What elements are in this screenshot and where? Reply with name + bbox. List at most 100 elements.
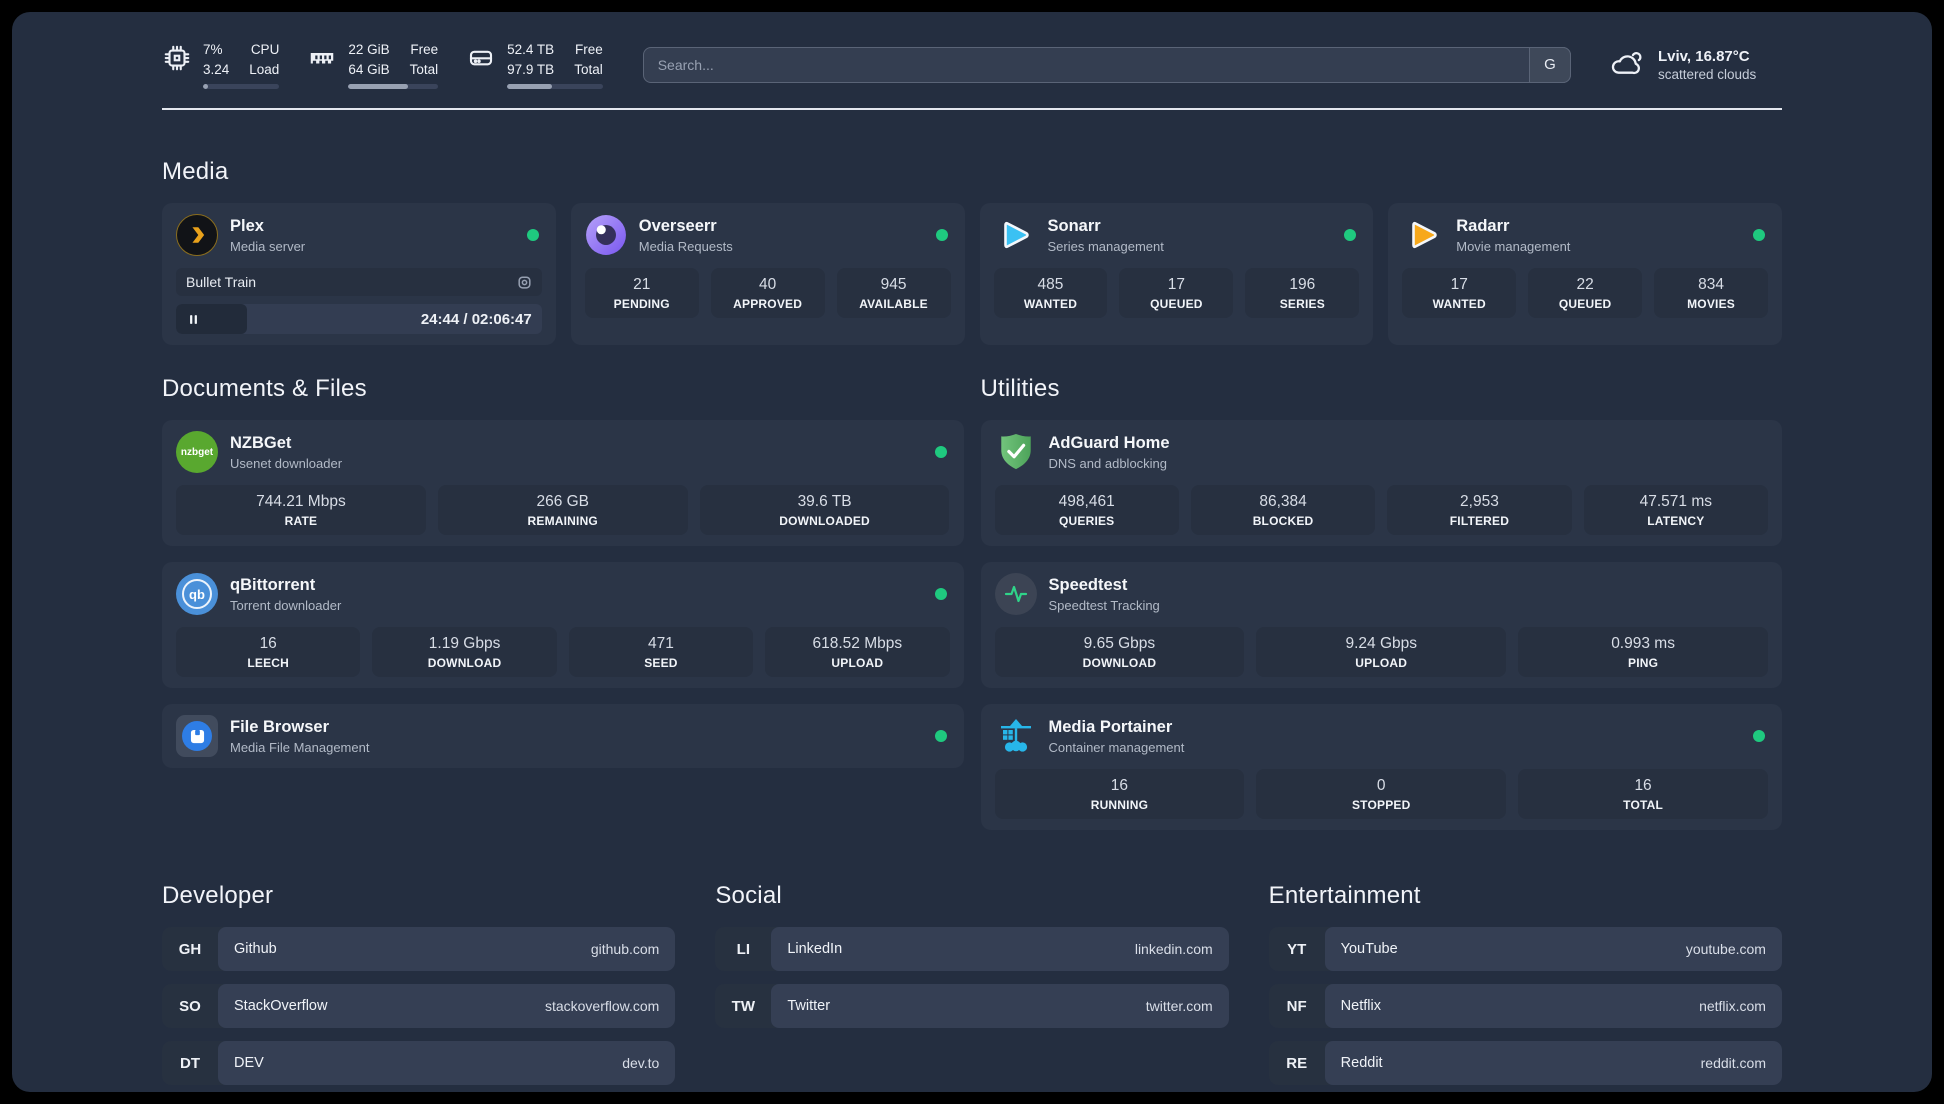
memory-free-value: 22 GiB [348,42,390,57]
playback-progress-bar[interactable]: 24:44 / 02:06:47 [176,304,542,335]
filebrowser-card[interactable]: File Browser Media File Management [162,704,964,769]
link-row-linkedin[interactable]: LI LinkedIn linkedin.com [715,927,1229,972]
nzbget-logo-text: nzbget [180,446,214,458]
app-desc: Media File Management [230,739,370,755]
memory-progress-bar [348,84,439,90]
top-bar: 7% 3.24 CPU Load 22 GiB 64 GiB Free Tota… [162,40,1782,90]
stat-label: DOWNLOAD [427,656,502,671]
memory-free-label: Free [410,42,439,57]
link-row-reddit[interactable]: RE Reddit reddit.com [1268,1041,1782,1086]
stat-value: 945 [880,276,907,294]
app-name: Radarr [1456,216,1510,235]
stat-value: 834 [1698,276,1724,294]
sonarr-card[interactable]: Sonarr Series management 485 WANTED 17 Q… [979,203,1374,346]
cpu-progress-bar [203,84,280,90]
stat-label: QUERIES [1058,514,1115,529]
link-name: YouTube [1340,941,1398,958]
nzbget-card[interactable]: nzbget NZBGet Usenet downloader 744.21 M… [162,420,964,547]
cpu-metric: 7% 3.24 CPU Load [162,40,280,90]
stat-tile: 744.21 Mbps RATE [176,485,426,536]
stat-value: 22 [1576,276,1594,294]
developer-section-title: Developer [162,882,274,910]
stat-label: SEED [644,656,678,671]
app-desc: Torrent downloader [230,597,342,613]
stat-value: 16 [1634,777,1652,795]
weather-location: Lviv, 16.87°C [1658,47,1750,65]
link-url: linkedin.com [1134,941,1213,958]
stat-value: 2,953 [1460,493,1499,511]
link-row-twitter[interactable]: TW Twitter twitter.com [715,984,1229,1029]
search-input[interactable] [642,46,1571,83]
system-metrics: 7% 3.24 CPU Load 22 GiB 64 GiB Free Tota… [162,40,603,90]
storage-free-value: 52.4 TB [507,42,555,57]
app-name: qBittorrent [230,575,316,594]
speedtest-card[interactable]: Speedtest Speedtest Tracking 9.65 Gbps D… [980,562,1782,689]
entertainment-section-title: Entertainment [1268,882,1421,910]
stat-tile: 1.19 Gbps DOWNLOAD [372,627,557,678]
status-online-dot [934,588,947,601]
link-name: Reddit [1340,1055,1383,1072]
stat-value: 47.571 ms [1639,493,1712,511]
link-abbr: GH [178,940,202,958]
link-abbr: RE [1286,1054,1308,1072]
search-engine-button[interactable]: G [1529,46,1571,83]
stat-label: UPLOAD [831,656,884,671]
qbittorrent-card[interactable]: qb qBittorrent Torrent downloader 16 LEE… [162,562,964,689]
stat-tile: 9.24 Gbps UPLOAD [1256,627,1507,678]
adguard-logo-icon [995,431,1037,473]
stat-tile: 47.571 ms LATENCY [1583,485,1768,536]
link-abbr: DT [180,1054,200,1072]
plex-logo-icon [176,214,218,257]
stat-value: 744.21 Mbps [256,493,346,511]
memory-total-label: Total [409,61,439,77]
stat-value: 16 [1110,777,1129,795]
stat-label: AVAILABLE [859,297,928,312]
qbittorrent-logo-icon: qb [176,573,218,616]
cpu-load-label: Load [249,61,280,77]
weather-condition: scattered clouds [1658,66,1757,82]
link-row-netflix[interactable]: NF Netflix netflix.com [1268,984,1782,1029]
stat-tile: 16 LEECH [176,627,361,678]
storage-total-label: Total [574,61,603,77]
stat-label: WANTED [1432,297,1486,312]
link-row-youtube[interactable]: YT YouTube youtube.com [1268,927,1782,972]
stat-value: 40 [759,276,777,294]
stat-value: 17 [1167,276,1185,294]
app-name: Sonarr [1047,216,1101,235]
app-desc: Usenet downloader [230,455,343,471]
speedtest-logo-icon [994,573,1037,616]
cast-icon[interactable] [517,275,532,290]
storage-icon [466,43,496,78]
link-row-github[interactable]: GH Github github.com [162,927,676,972]
utilities-section-title: Utilities [980,375,1060,403]
portainer-card[interactable]: Media Portainer Container management 16 … [980,704,1782,831]
adguard-card[interactable]: AdGuard Home DNS and adblocking 498,461 … [980,420,1782,547]
status-online-dot [1753,730,1765,743]
stat-value: 9.65 Gbps [1083,635,1156,653]
stat-value: 1.19 Gbps [428,635,501,653]
app-name: Overseerr [638,216,717,235]
link-row-stackoverflow[interactable]: SO StackOverflow stackoverflow.com [162,984,676,1029]
stat-value: 196 [1289,276,1316,294]
cloud-icon [1607,43,1645,86]
stat-label: WANTED [1023,297,1078,312]
pause-icon[interactable] [176,312,201,327]
cpu-usage-label: CPU [250,42,280,57]
link-name: Netflix [1340,998,1381,1015]
app-desc: Media Requests [638,238,733,254]
overseerr-card[interactable]: Overseerr Media Requests 21 PENDING 40 A… [570,203,965,346]
portainer-logo-icon [995,715,1037,757]
stat-tile: 21 PENDING [584,268,699,319]
stat-tile: 498,461 QUERIES [994,485,1179,536]
radarr-logo-icon [1402,214,1444,256]
stat-tile: 22 QUEUED [1528,268,1643,319]
stat-value: 86,384 [1259,493,1307,511]
overseerr-logo-icon [585,214,627,256]
link-row-dev[interactable]: DT DEV dev.to [162,1041,676,1086]
stat-tile: 618.52 Mbps UPLOAD [765,627,950,678]
plex-card[interactable]: Plex Media server Bullet Train 24:44 / 0… [162,203,556,346]
filebrowser-logo-icon [176,715,218,758]
stat-value: 266 GB [536,493,590,511]
memory-metric: 22 GiB 64 GiB Free Total [307,40,439,90]
radarr-card[interactable]: Radarr Movie management 17 WANTED 22 QUE… [1388,203,1782,346]
